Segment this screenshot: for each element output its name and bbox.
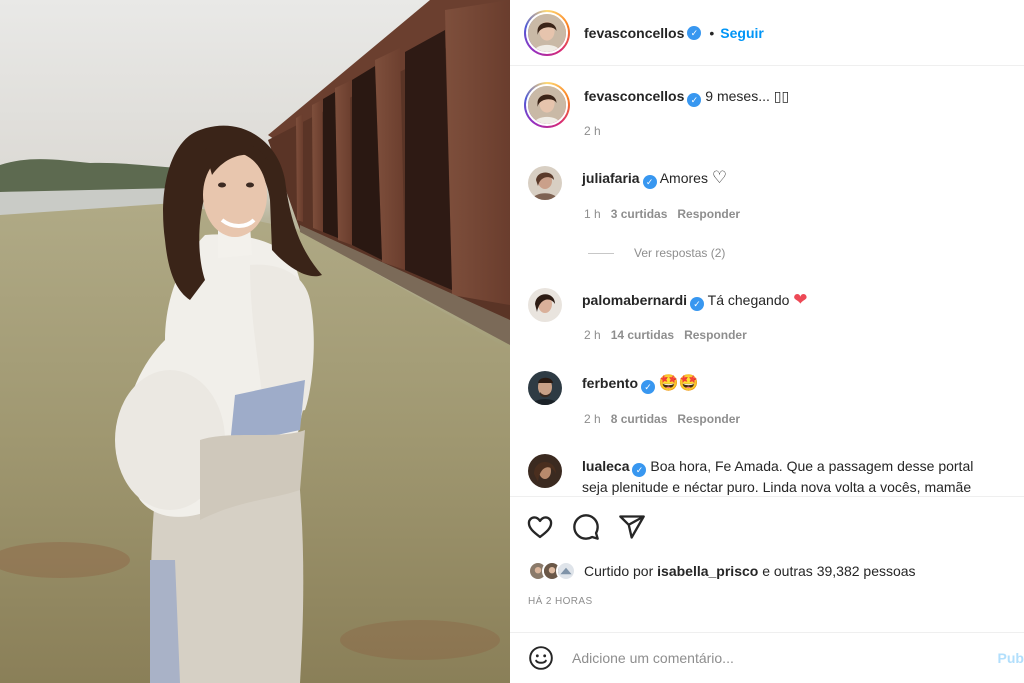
caption-avatar[interactable] [524,82,570,128]
add-comment-bar: Adicione um comentário... Pub [510,632,1024,683]
comment-text: Tá chegando [707,292,790,308]
liked-by-suffix[interactable]: e outras 39,382 pessoas [762,563,915,579]
verified-badge-icon: ✓ [642,175,657,189]
heart-icon [527,516,553,539]
post-header: fevasconcellos ✓ • Seguir [510,0,1024,66]
view-replies-label: Ver respostas (2) [634,246,726,260]
comment-icon [573,514,599,540]
comment-avatar-image [528,454,562,488]
view-replies-button[interactable]: Ver respostas (2) [588,246,725,260]
post-photo[interactable] [0,0,510,683]
likes-summary: Curtido por isabella_prisco e outras 39,… [528,561,916,581]
heart-outline-icon: ♡ [711,168,728,188]
comment-avatar[interactable] [528,166,562,200]
caption-username[interactable]: fevasconcellos [584,88,684,104]
post-photo-image [0,0,510,683]
liked-by-avatars[interactable] [528,561,576,581]
comment-input[interactable]: Adicione um comentário... [572,650,734,666]
comment-meta: 1 h 3 curtidas Responder [584,207,740,221]
verified-badge-icon: ✓ [641,380,655,394]
red-heart-icon: ❤ [793,290,808,310]
comment-likes[interactable]: 8 curtidas [611,412,668,426]
comment-item: ferbento ✓ 🤩🤩 [528,371,1022,405]
verified-badge-icon: ✓ [687,25,702,40]
comment-username[interactable]: palomabernardi [582,292,687,308]
author-username[interactable]: fevasconcellos [584,25,684,41]
verified-badge-icon: ✓ [690,297,705,311]
comment-time[interactable]: 2 h [584,412,601,426]
comment-avatar-image [528,371,562,405]
liker-avatar [556,561,576,581]
share-icon [619,515,645,539]
comment-username[interactable]: lualeca [582,458,629,474]
comment-item: juliafaria ✓ Amores ♡ [528,166,1022,200]
comment-text: Amores [659,170,708,186]
caption-avatar-image [528,86,566,124]
caption-meta: 2 h [584,124,601,138]
verified-badge-icon: ✓ [687,93,702,107]
comments-list[interactable]: fevasconcellos ✓ 9 meses... ▯▯ 2 h juliaf… [510,66,1024,496]
comment-item: palomabernardi ✓ Tá chegando ❤ [528,288,1022,322]
comment-button[interactable] [572,513,600,541]
liked-by-prefix: Curtido por [584,563,654,579]
comment-username[interactable]: ferbento [582,375,638,391]
post-actions: Curtido por isabella_prisco e outras 39,… [510,496,1024,632]
reply-button[interactable]: Responder [677,207,740,221]
comment-time[interactable]: 2 h [584,328,601,342]
comment-avatar-image [528,288,562,322]
comment-avatar[interactable] [528,371,562,405]
star-struck-emoji-icon: 🤩🤩 [658,373,699,392]
emoji-icon[interactable] [528,645,554,671]
reply-button[interactable]: Responder [684,328,747,342]
comment-meta: 2 h 14 curtidas Responder [584,328,747,342]
comment-time[interactable]: 1 h [584,207,601,221]
comment-avatar[interactable] [528,454,562,488]
reply-button[interactable]: Responder [677,412,740,426]
comment-meta: 2 h 8 curtidas Responder [584,412,740,426]
author-avatar-image [528,13,566,52]
liker-avatar-image [558,563,574,579]
caption-time[interactable]: 2 h [584,124,601,138]
comment-likes[interactable]: 3 curtidas [611,207,668,221]
liked-by-user[interactable]: isabella_prisco [657,563,758,579]
post-timestamp[interactable]: HÁ 2 HORAS [528,596,593,607]
author-avatar[interactable] [524,9,570,56]
follow-button[interactable]: Seguir [720,25,764,41]
verified-badge-icon: ✓ [632,463,647,477]
like-button[interactable] [526,513,554,541]
share-button[interactable] [618,513,646,541]
comment-item: lualeca ✓ Boa hora, Fe Amada. Que a passa… [528,454,1002,496]
caption-text: 9 meses... ▯▯ [705,88,790,104]
comment-likes[interactable]: 14 curtidas [611,328,674,342]
comment-avatar[interactable] [528,288,562,322]
post-detail-panel: fevasconcellos ✓ • Seguir fevasconcellos… [510,0,1024,683]
replies-divider [588,252,614,254]
header-separator: • [709,24,715,41]
publish-button[interactable]: Pub [998,650,1024,666]
caption: fevasconcellos ✓ 9 meses... ▯▯ [524,82,1024,128]
comment-avatar-image [528,166,562,200]
comment-username[interactable]: juliafaria [582,170,640,186]
